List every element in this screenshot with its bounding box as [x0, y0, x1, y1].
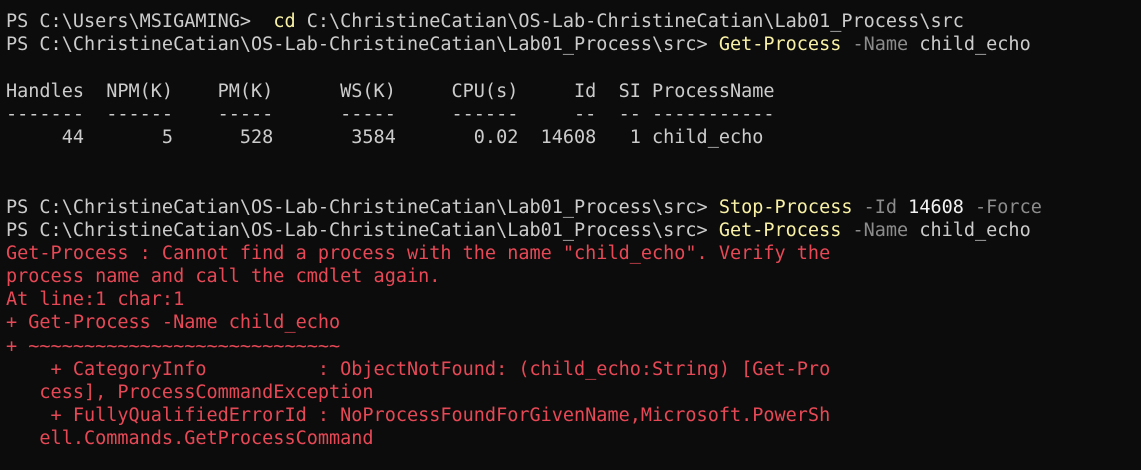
command-name: cd: [273, 11, 296, 32]
command-line-cd: PS C:\Users\MSIGAMING> cd C:\ChristineCa…: [6, 10, 1135, 33]
command-argument: child_echo: [908, 34, 1031, 56]
error-line: + FullyQualifiedErrorId : NoProcessFound…: [6, 405, 831, 427]
error-line: + CategoryInfo : ObjectNotFound: (child_…: [6, 358, 831, 380]
error-line: + Get-Process -Name child_echo: [6, 312, 341, 334]
command-line-get-process: PS C:\ChristineCatian\OS-Lab-ChristineCa…: [6, 33, 1135, 56]
command-line-stop-process: PS C:\ChristineCatian\OS-Lab-ChristineCa…: [6, 196, 1135, 219]
command-parameter: -Name: [841, 219, 909, 241]
command-number: 14608: [897, 196, 964, 218]
command-name: Stop-Process: [718, 196, 853, 218]
table-header: Handles NPM(K) PM(K) WS(K) CPU(s) Id SI …: [6, 80, 775, 102]
prompt: PS C:\ChristineCatian\OS-Lab-ChristineCa…: [6, 34, 719, 56]
terminal-window[interactable]: PS C:\Users\MSIGAMING> cd C:\ChristineCa…: [0, 0, 1141, 470]
command-argument: C:\ChristineCatian\OS-Lab-ChristineCatia…: [295, 11, 964, 32]
command-name: Get-Process: [718, 34, 842, 56]
error-line: ell.Commands.GetProcessCommand: [6, 428, 374, 450]
error-line: + ~~~~~~~~~~~~~~~~~~~~~~~~~~~~: [6, 335, 341, 357]
table-row: 44 5 528 3584 0.02 14608 1 child_echo: [6, 126, 764, 148]
command-parameter: -Id: [852, 196, 898, 218]
error-line: At line:1 char:1: [6, 289, 185, 311]
prompt: PS C:\ChristineCatian\OS-Lab-ChristineCa…: [6, 219, 719, 241]
prompt: PS C:\Users\MSIGAMING>: [6, 11, 274, 32]
command-parameter: -Force: [963, 196, 1042, 218]
command-name: Get-Process: [718, 219, 842, 241]
error-line: cess], ProcessCommandException: [6, 382, 374, 403]
table-separator: ------- ------ ----- ----- ------ -- -- …: [6, 103, 775, 125]
command-argument: child_echo: [908, 219, 1031, 241]
error-line: process name and call the cmdlet again.: [6, 266, 441, 288]
error-line: Get-Process : Cannot find a process with…: [6, 242, 831, 264]
command-parameter: -Name: [841, 34, 909, 56]
command-line-get-process: PS C:\ChristineCatian\OS-Lab-ChristineCa…: [6, 219, 1135, 242]
prompt: PS C:\ChristineCatian\OS-Lab-ChristineCa…: [6, 196, 719, 218]
